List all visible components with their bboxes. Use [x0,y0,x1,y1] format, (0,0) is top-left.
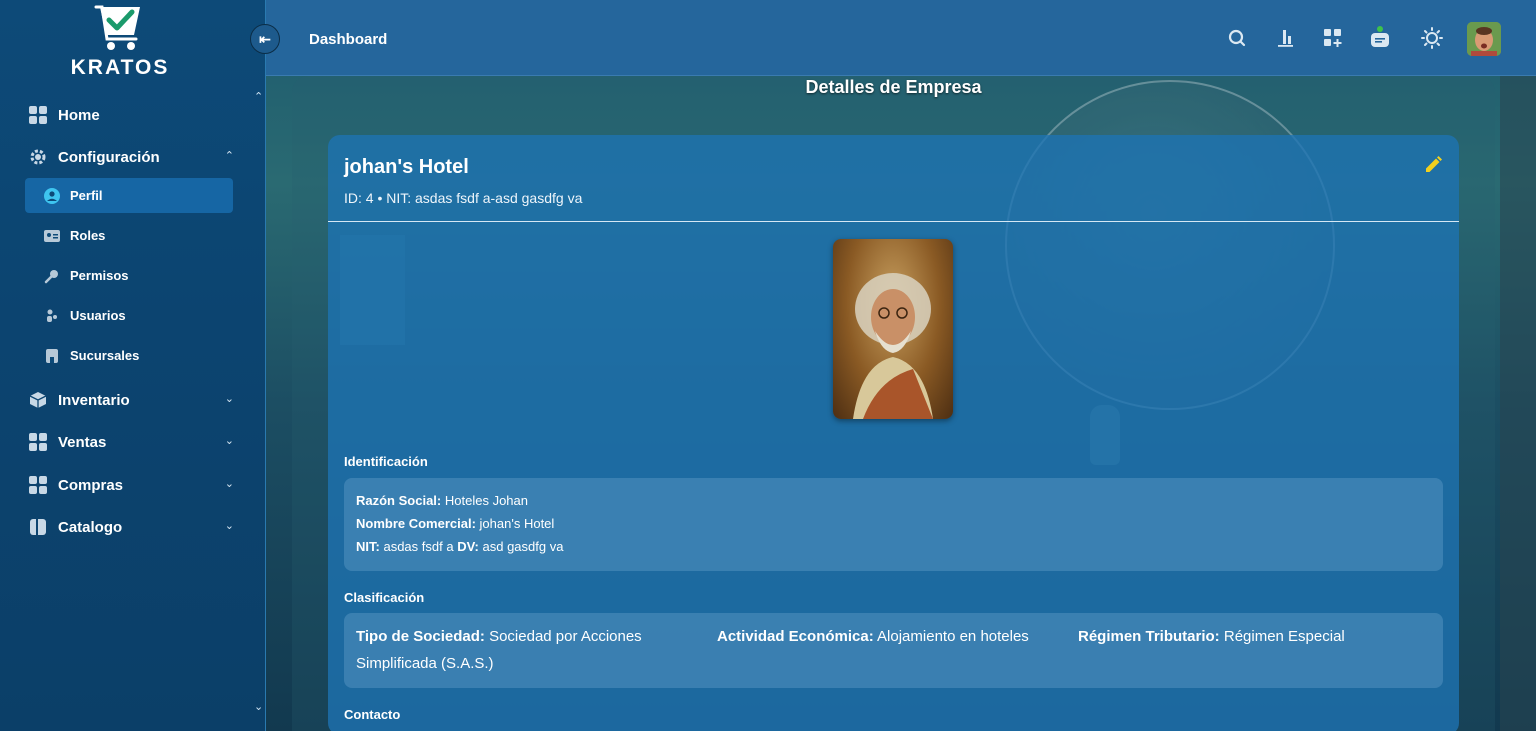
sidebar-subitem-roles[interactable]: Roles [25,218,233,253]
arrow-left-icon: ⇤ [259,30,271,47]
contacto-label: Contacto [344,707,401,722]
razon-social-row: Razón Social: Hoteles Johan [356,493,528,508]
chevron-down-icon: ⌄ [224,393,234,405]
company-id-nit: ID: 4 • NIT: asdas fsdf a-asd gasdfg va [344,190,583,206]
dv-label: DV: [457,539,479,554]
sidebar-item-label: Compras [58,476,124,494]
brand-name: KRATOS [70,56,170,79]
gear-icon [30,149,46,165]
theme-toggle-button[interactable] [1421,27,1443,49]
user-circle-icon [44,187,60,204]
actividad-economica-value: Alojamiento en hoteles [877,628,1029,645]
sidebar-subitem-perfil[interactable]: Perfil [25,178,233,213]
chevron-down-icon: ⌄ [224,435,234,447]
brand-logo[interactable]: KRATOS [0,0,266,82]
chevron-down-icon: ⌄ [224,520,234,532]
sidebar-item-compras[interactable]: Compras ⌄ [25,467,246,503]
chevron-up-icon: ⌃ [224,150,234,162]
collapse-sidebar-button[interactable]: ⇤ [250,24,280,54]
reports-button[interactable] [1274,27,1296,49]
sidebar-item-label: Ventas [58,433,107,451]
sidebar-subitem-label: Permisos [70,268,129,283]
grid-icon [29,476,47,494]
regimen-tributario-field: Régimen Tributario: Régimen Especial [1078,623,1418,650]
bar-chart-icon [1278,30,1293,47]
grid-icon [29,106,47,124]
building-icon [46,348,58,363]
nit-dv-row: NIT: asdas fsdf a DV: asd gasdfg va [356,539,563,554]
company-logo-image [833,239,953,419]
avatar-image [1467,22,1501,56]
user-avatar[interactable] [1467,22,1501,56]
scroll-down-icon[interactable]: ⌄ [254,700,263,713]
add-widget-icon [1324,29,1342,47]
tipo-sociedad-field: Tipo de Sociedad: Sociedad por Acciones … [356,623,686,677]
search-button[interactable] [1226,27,1248,49]
clasificacion-label: Clasificación [344,590,425,605]
company-detail-card: johan's Hotel ID: 4 • NIT: asdas fsdf a-… [328,135,1459,731]
section-title: Detalles de Empresa [805,77,982,97]
company-name: johan's Hotel [344,156,469,178]
decor-shadow [1500,76,1536,731]
tipo-sociedad-label: Tipo de Sociedad: [356,628,485,645]
chat-icon [1371,26,1389,47]
sidebar-item-home[interactable]: Home [25,97,246,133]
dv-value: asd gasdfg va [482,539,564,554]
top-header: ⇤ Dashboard [250,0,1536,76]
add-widget-button[interactable] [1322,27,1344,49]
sidebar-subitem-permisos[interactable]: Permisos [25,258,233,293]
sidebar-item-catalogo[interactable]: Catalogo ⌄ [25,509,246,545]
nombre-comercial-value: johan's Hotel [479,516,555,531]
search-icon [1228,29,1246,47]
sidebar-item-ventas[interactable]: Ventas ⌄ [25,424,246,460]
edit-icon[interactable] [1423,155,1443,175]
identificacion-box: Razón Social: Hoteles Johan Nombre Comer… [344,478,1443,571]
sidebar-item-configuracion[interactable]: Configuración ⌃ [25,139,246,175]
sidebar-subitem-label: Usuarios [70,308,126,323]
page-title: Dashboard [309,31,388,48]
nombre-comercial-row: Nombre Comercial: johan's Hotel [356,516,554,531]
nit-value: asdas fsdf a [383,539,454,554]
clasificacion-box: Tipo de Sociedad: Sociedad por Acciones … [344,613,1443,688]
regimen-tributario-value: Régimen Especial [1223,628,1345,645]
chevron-down-icon: ⌄ [224,478,234,490]
box-icon [29,392,47,408]
scroll-up-icon[interactable]: ⌃ [254,90,263,103]
chat-button[interactable] [1369,26,1391,49]
book-icon [30,519,46,535]
sidebar-item-label: Home [58,106,100,124]
portrait-image [853,273,933,419]
sun-icon [1421,27,1443,49]
users-icon [47,309,57,322]
nombre-comercial-label: Nombre Comercial: [356,516,476,531]
id-card-icon [44,229,60,242]
identificacion-label: Identificación [344,454,428,469]
sidebar-subitem-sucursales[interactable]: Sucursales [25,338,233,373]
grid-icon [29,433,47,451]
sidebar: KRATOS ⌃ Home Configuración ⌃ Perfil Rol… [0,0,266,731]
sidebar-item-inventario[interactable]: Inventario ⌄ [25,382,246,418]
sidebar-item-label: Catalogo [58,518,123,536]
sidebar-subitem-label: Roles [70,228,106,243]
razon-social-label: Razón Social: [356,493,442,508]
razon-social-value: Hoteles Johan [444,493,528,508]
sidebar-item-label: Configuración [58,148,160,166]
sidebar-subitem-usuarios[interactable]: Usuarios [25,298,233,333]
sidebar-item-label: Inventario [58,391,130,409]
actividad-economica-field: Actividad Económica: Alojamiento en hote… [717,623,1067,650]
nit-label: NIT: [356,539,380,554]
key-icon [44,269,58,283]
actividad-economica-label: Actividad Económica: [717,628,874,645]
card-divider [328,221,1459,222]
regimen-tributario-label: Régimen Tributario: [1078,628,1220,645]
cart-check-icon [94,5,140,50]
sidebar-subitem-label: Sucursales [70,348,140,363]
sidebar-subitem-label: Perfil [70,188,103,203]
